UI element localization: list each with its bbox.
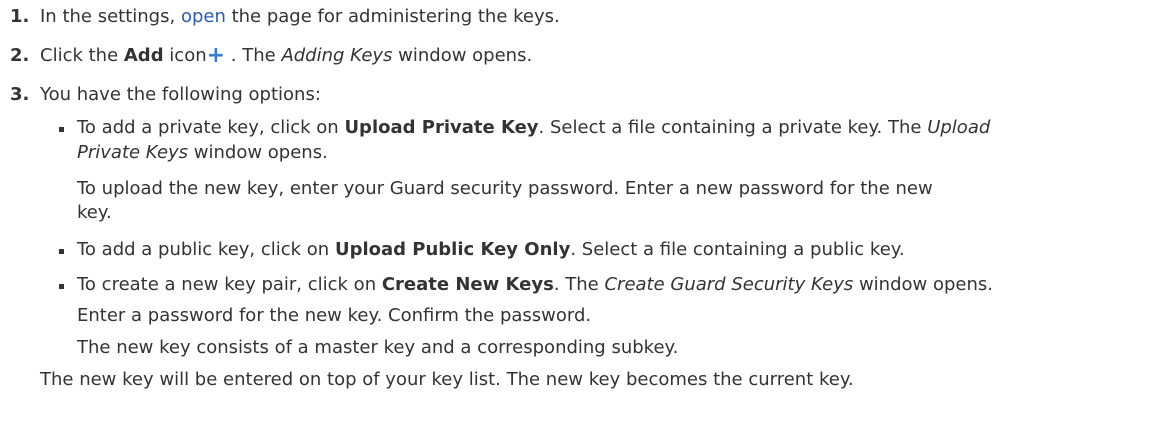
- create-new-keys-label: Create New Keys: [381, 274, 554, 295]
- step-text: icon: [163, 45, 207, 66]
- option-private-key-para: To upload the new key, enter your Guard …: [77, 178, 933, 199]
- upload-public-key-label: Upload Public Key Only: [334, 239, 571, 260]
- step-text: window opens.: [392, 45, 533, 66]
- option-private-key-para-line2: key.: [77, 202, 112, 223]
- step-text: the page for administering the keys.: [225, 6, 560, 27]
- step-number: 3.: [10, 84, 30, 105]
- step-2: 2. Click the Add icon+ . The Adding Keys …: [10, 43, 533, 68]
- step-3: 3. You have the following options:: [10, 84, 321, 105]
- option-create-keys-para: Enter a password for the new key. Confir…: [77, 305, 592, 326]
- step-number: 1.: [10, 6, 30, 27]
- bullet-icon: [59, 249, 64, 254]
- step-text: Click the: [40, 45, 124, 66]
- step-1: 1. In the settings, open the page for adm…: [10, 6, 560, 27]
- step-text: In the settings,: [40, 6, 181, 27]
- bullet-icon: [59, 127, 64, 132]
- option-public-key: To add a public key, click on Upload Pub…: [77, 239, 905, 260]
- bullet-icon: [59, 284, 64, 289]
- add-label: Add: [123, 45, 164, 66]
- result-text: The new key will be entered on top of yo…: [40, 369, 854, 390]
- open-settings-link[interactable]: open: [181, 6, 226, 27]
- step-number: 2.: [10, 45, 30, 66]
- plus-icon: +: [206, 43, 226, 68]
- option-create-keys-para-line2: The new key consists of a master key and…: [77, 337, 679, 358]
- window-name: Adding Keys: [281, 45, 393, 66]
- step-text: . The: [225, 45, 282, 66]
- upload-private-key-label: Upload Private Key: [344, 117, 539, 138]
- option-create-keys: To create a new key pair, click on Creat…: [77, 274, 993, 295]
- option-private-key-line2: Private Keys window opens.: [77, 142, 328, 163]
- instructions-document: 1. In the settings, open the page for adm…: [0, 0, 1159, 427]
- option-private-key: To add a private key, click on Upload Pr…: [77, 117, 991, 138]
- step-text: You have the following options:: [40, 84, 321, 105]
